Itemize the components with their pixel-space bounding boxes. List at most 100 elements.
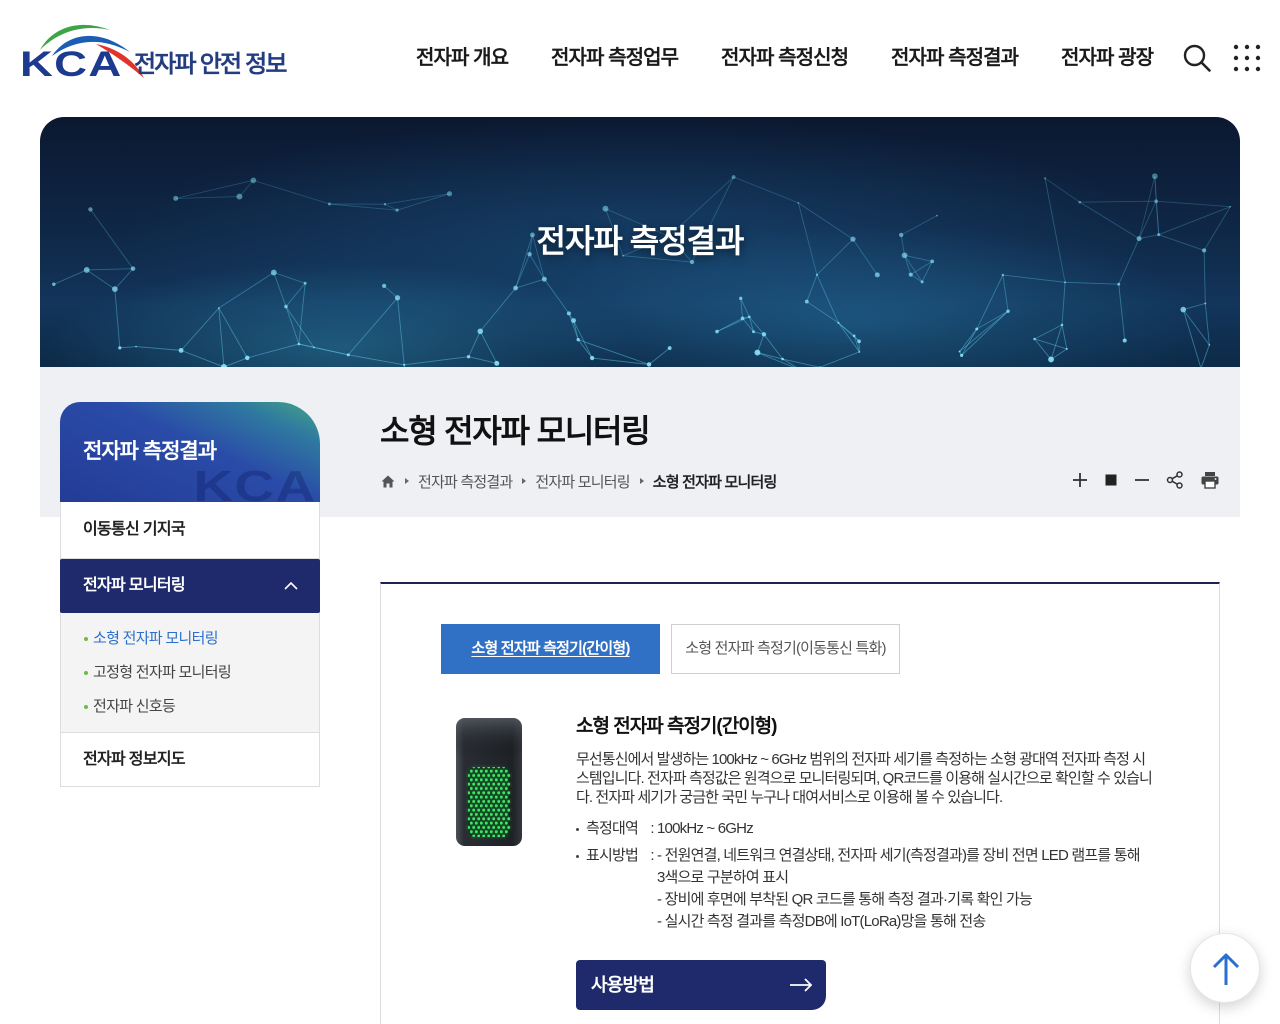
network-line [543, 278, 570, 314]
nav-item-plaza[interactable]: 전자파 광장 [1061, 42, 1154, 74]
network-line [1044, 177, 1080, 203]
nav-item-overview[interactable]: 전자파 개요 [416, 42, 509, 74]
network-node [747, 315, 751, 319]
network-node [1006, 309, 1010, 313]
network-line [1034, 338, 1052, 360]
network-node [135, 345, 137, 348]
network-line [479, 331, 498, 364]
network-line [1065, 281, 1119, 285]
logo-wordmark: KCA [20, 45, 123, 84]
network-node [446, 191, 453, 197]
breadcrumb-item[interactable]: 전자파 모니터링 [535, 471, 630, 492]
network-line [806, 274, 818, 302]
network-line [86, 268, 134, 271]
network-node [576, 337, 580, 342]
zoom-reset-button[interactable] [1101, 470, 1121, 490]
network-line [573, 320, 593, 359]
network-node [960, 353, 964, 357]
zoom-reset-icon [1105, 474, 1117, 486]
network-node [1229, 205, 1232, 208]
sidebar-item-base-station[interactable]: 이동통신 기지국 [61, 502, 319, 559]
network-line [218, 307, 248, 359]
network-line [218, 272, 275, 309]
network-line [223, 357, 248, 367]
network-node [173, 195, 179, 201]
nav-item-measurement-request[interactable]: 전자파 측정신청 [721, 42, 849, 74]
network-line [114, 289, 121, 348]
network-line [1182, 309, 1210, 346]
home-icon[interactable] [381, 475, 395, 488]
spec-item-band: 측정대역 : 100kHz ~ 6GHz [576, 818, 1156, 840]
zoom-out-icon [1135, 479, 1149, 481]
network-line [468, 356, 497, 364]
network-line [180, 349, 225, 367]
network-line [285, 306, 300, 345]
network-line [180, 307, 220, 351]
network-line [1034, 338, 1067, 350]
network-line [285, 306, 315, 348]
breadcrumb-current: 소형 전자파 모니터링 [652, 473, 778, 491]
hero-banner: 전자파 측정결과 [40, 117, 1240, 367]
network-node [602, 205, 609, 212]
sidebar-item-label: 전자파 모니터링 [83, 577, 186, 594]
network-line [1079, 200, 1157, 203]
network-node [908, 272, 913, 277]
breadcrumb-separator [639, 478, 644, 484]
submenu-item-signal-light[interactable]: 전자파 신호등 [61, 690, 319, 724]
site-logo[interactable]: KCA 전자파 안전 정보 [18, 18, 308, 84]
network-node [284, 304, 288, 309]
sidebar-submenu: 소형 전자파 모니터링 고정형 전자파 모니터링 전자파 신호등 [61, 613, 319, 733]
network-node [1154, 199, 1159, 204]
network-node [920, 280, 924, 284]
breadcrumb-item[interactable]: 전자파 측정결과 [418, 471, 513, 492]
page-tools [1068, 469, 1220, 491]
network-node [837, 321, 840, 324]
product-title: 소형 전자파 측정기(간이형) [576, 716, 777, 737]
sidebar-item-monitoring[interactable]: 전자파 모니터링 [60, 559, 320, 613]
zoom-out-button[interactable] [1132, 470, 1152, 490]
print-button[interactable] [1200, 470, 1220, 490]
breadcrumb-separator [522, 478, 527, 484]
spec-label: 측정대역 [586, 820, 639, 837]
submenu-item-small-monitoring[interactable]: 소형 전자파 모니터링 [61, 622, 319, 656]
network-node [975, 327, 979, 331]
network-node [1064, 281, 1067, 284]
network-line [1204, 303, 1210, 345]
product-description: 무선통신에서 발생하는 100kHz ~ 6GHz 범위의 전자파 세기를 측정… [576, 751, 1153, 806]
network-node [815, 273, 819, 276]
tab-mobile-meter[interactable]: 소형 전자파 측정기(이동통신 특화) [671, 624, 900, 674]
network-line [468, 331, 481, 357]
network-node [250, 177, 257, 184]
network-node [754, 349, 761, 356]
network-node [804, 299, 809, 304]
network-node [761, 332, 767, 337]
network-line [1118, 284, 1126, 341]
scroll-to-top-button[interactable] [1190, 933, 1260, 1003]
network-line [782, 358, 820, 367]
nav-item-measurement-results[interactable]: 전자파 측정결과 [891, 42, 1019, 74]
network-line [819, 351, 860, 367]
network-line [1201, 344, 1210, 367]
submenu-item-fixed-monitoring[interactable]: 고정형 전자파 모니터링 [61, 656, 319, 690]
network-node [118, 346, 122, 350]
how-to-use-label: 사용방법 [591, 975, 655, 995]
network-node [1044, 177, 1047, 180]
network-node [52, 282, 56, 287]
network-node [1060, 323, 1064, 327]
network-node [303, 281, 307, 285]
share-button[interactable] [1165, 470, 1185, 490]
spec-values: - 전원연결, 네트워크 연결상태, 전자파 세기(측정결과)를 장비 전면 L… [657, 845, 1150, 933]
network-node [245, 355, 250, 361]
network-node [566, 311, 571, 316]
network-node [571, 318, 576, 323]
network-line [383, 285, 398, 299]
search-button[interactable] [1182, 43, 1212, 73]
sidebar-item-info-map[interactable]: 전자파 정보지도 [61, 733, 319, 786]
nav-item-measurement-work[interactable]: 전자파 측정업무 [551, 42, 679, 74]
tab-compact-meter[interactable]: 소형 전자파 측정기(간이형) [441, 624, 660, 674]
all-menu-button[interactable] [1233, 44, 1261, 72]
zoom-in-button[interactable] [1070, 470, 1090, 490]
network-line [716, 316, 750, 332]
network-line [1183, 302, 1206, 311]
how-to-use-button[interactable]: 사용방법 [576, 960, 826, 1010]
